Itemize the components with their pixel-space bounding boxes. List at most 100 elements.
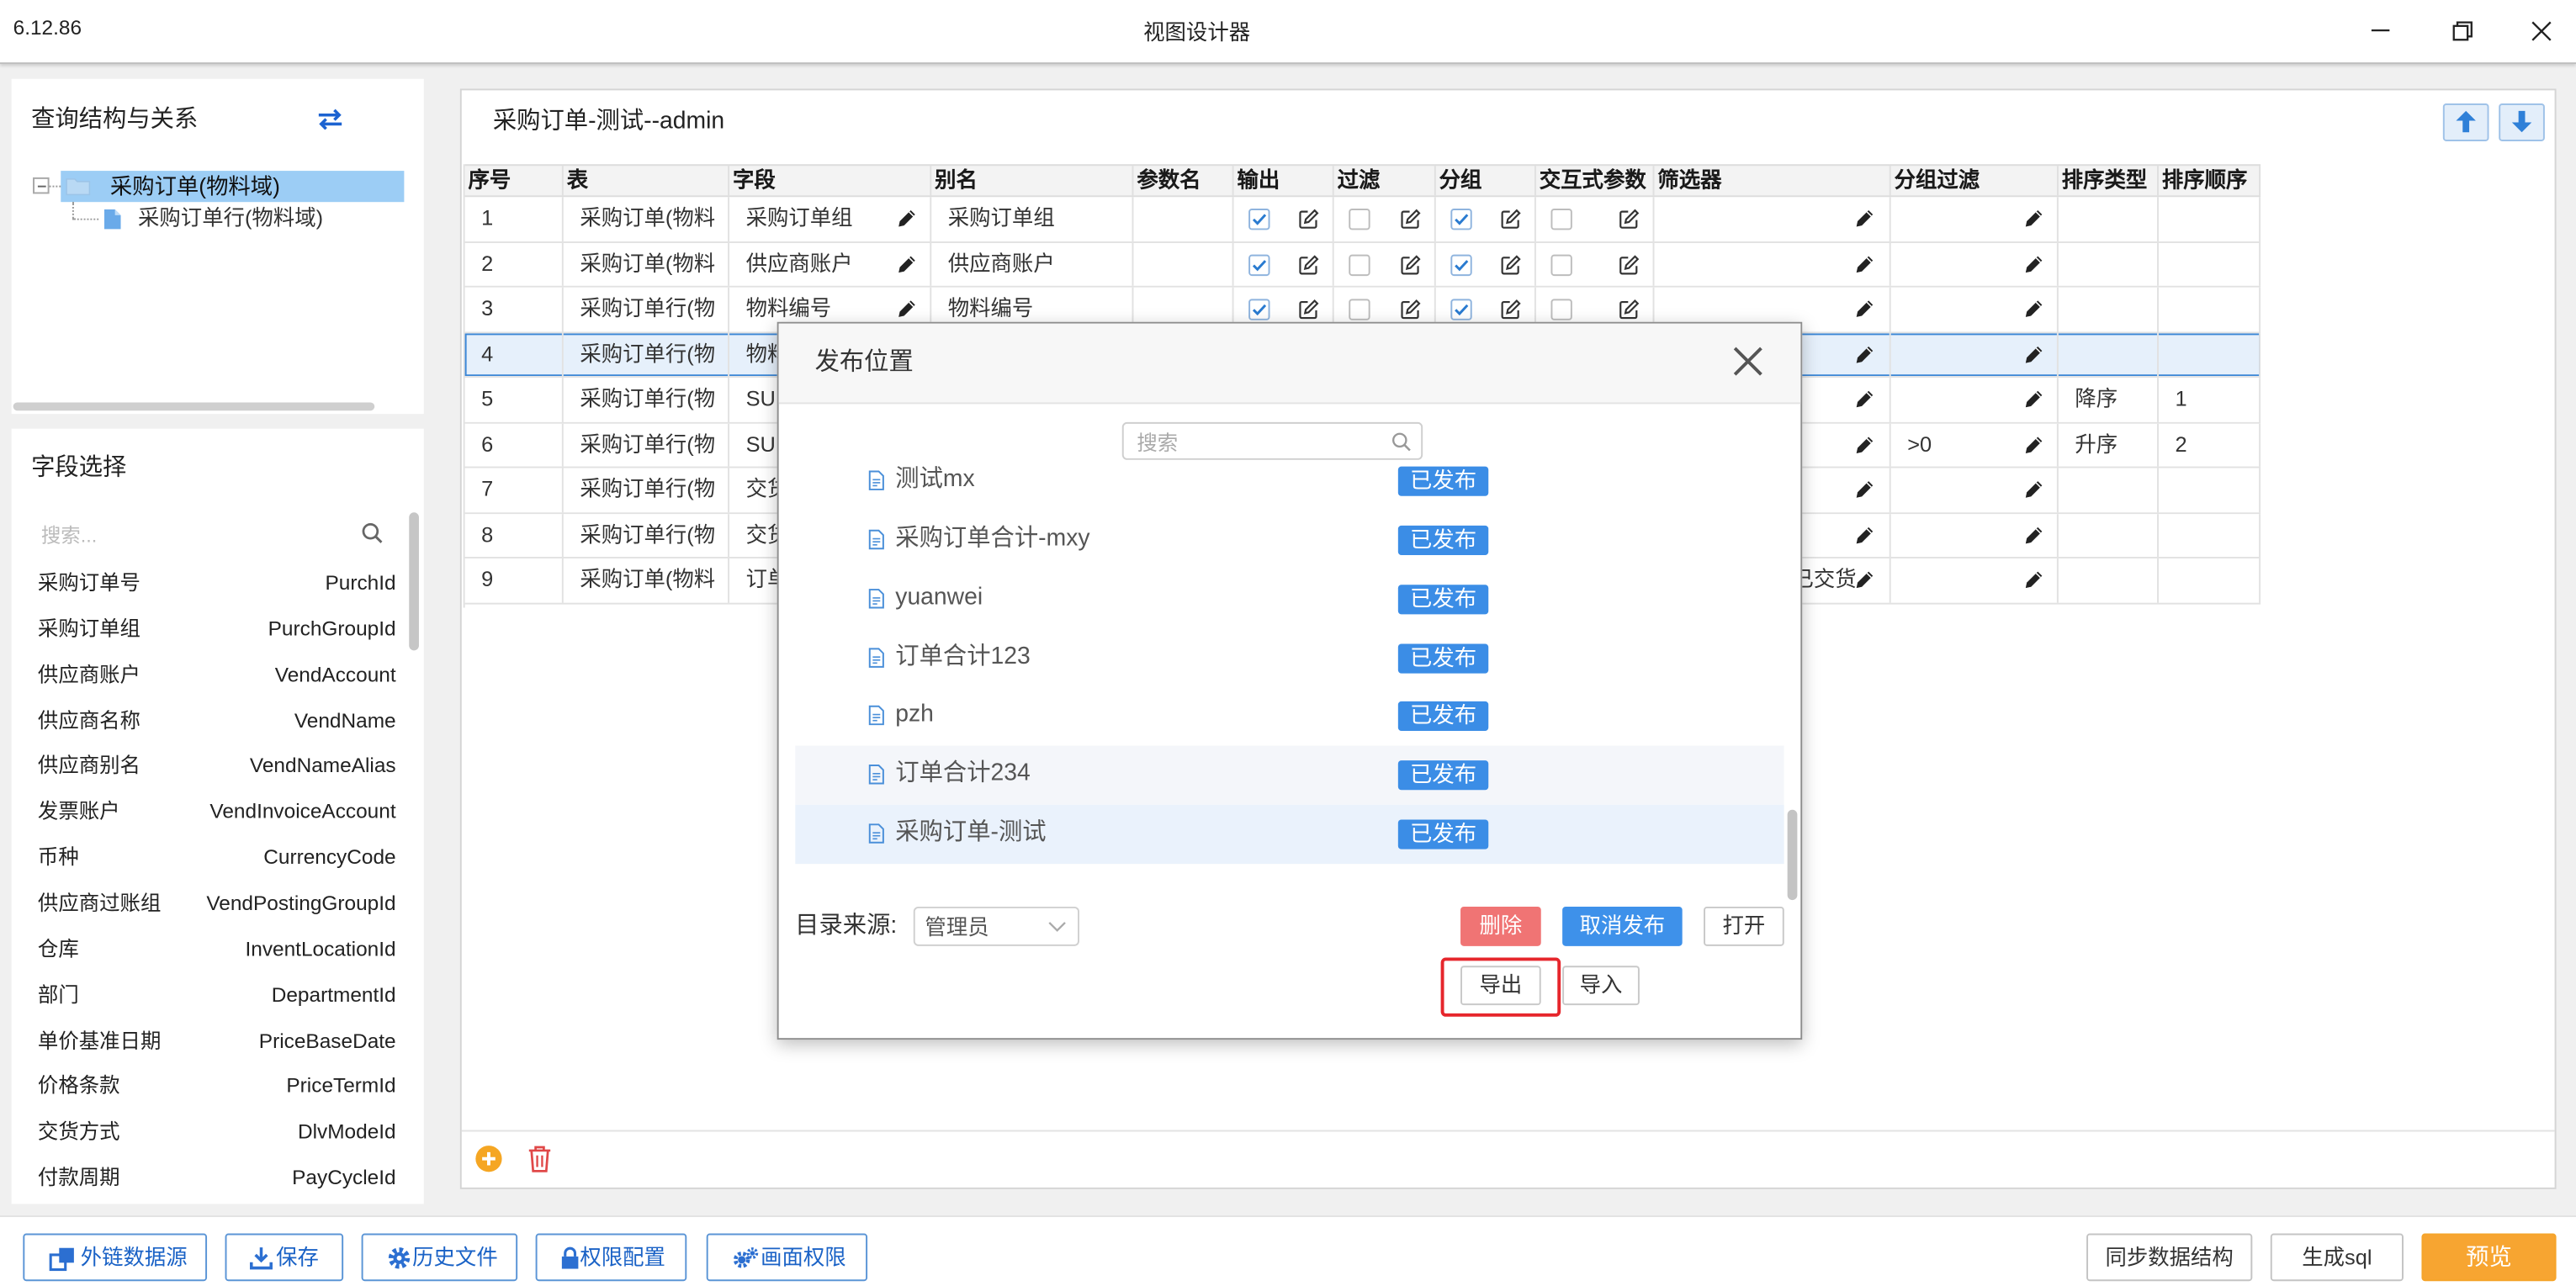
interactive-checkbox[interactable] [1550, 253, 1572, 276]
group-filter-edit-icon[interactable] [2024, 299, 2043, 319]
permissions-button[interactable]: 权限配置 [535, 1233, 687, 1282]
unpublish-button[interactable]: 取消发布 [1562, 906, 1683, 946]
tree-node-purchase-order[interactable]: 采购订单(物料域) [110, 172, 280, 202]
group-filter-edit-icon[interactable] [2024, 209, 2043, 228]
field-edit-icon[interactable] [897, 209, 916, 228]
group-filter-edit-icon[interactable] [2024, 435, 2043, 454]
group-checkbox[interactable] [1450, 253, 1472, 276]
group-filter-edit-icon[interactable] [2024, 571, 2043, 590]
open-button[interactable]: 打开 [1704, 906, 1784, 946]
close-window-button[interactable] [2512, 0, 2571, 62]
column-header[interactable]: 分组 [1436, 166, 1536, 196]
vertical-scrollbar[interactable] [409, 512, 419, 651]
group-edit-icon[interactable] [1500, 299, 1521, 320]
minimize-button[interactable] [2351, 0, 2409, 62]
publish-item[interactable]: 订单合计234 已发布 [795, 746, 1784, 806]
field-list-item[interactable]: 供应商账户 VendAccount [38, 658, 396, 691]
column-header[interactable]: 别名 [931, 166, 1134, 196]
field-list-item[interactable]: 币种 CurrencyCode [38, 841, 396, 874]
field-list-item[interactable]: 供应商过账组 VendPostingGroupId [38, 886, 396, 919]
table-row[interactable]: 2 采购订单(物料 供应商账户 供应商账户 [464, 242, 2261, 288]
interactive-checkbox[interactable] [1550, 209, 1572, 230]
filter-edit-icon[interactable] [1400, 209, 1421, 230]
group-checkbox[interactable] [1450, 299, 1472, 321]
move-up-button[interactable] [2442, 103, 2489, 141]
add-row-button[interactable] [474, 1145, 502, 1172]
filter-edit-icon[interactable] [1855, 526, 1874, 545]
column-header[interactable]: 输出 [1234, 166, 1334, 196]
field-list-item[interactable]: 付款周期 PayCycleId [38, 1162, 396, 1194]
output-edit-icon[interactable] [1298, 254, 1319, 275]
field-list-item[interactable]: 供应商别名 VendNameAlias [38, 749, 396, 782]
tree-node-purchase-order-line[interactable]: 采购订单行(物料域) [138, 204, 323, 233]
table-row[interactable]: 1 采购订单(物料 采购订单组 采购订单组 [464, 197, 2261, 243]
group-filter-edit-icon[interactable] [2024, 480, 2043, 500]
restore-button[interactable] [2433, 0, 2492, 62]
import-button[interactable]: 导入 [1562, 966, 1640, 1006]
field-search-input[interactable] [37, 519, 357, 553]
field-list-item[interactable]: 仓库 InventLocationId [38, 933, 396, 966]
field-edit-icon[interactable] [897, 254, 916, 273]
delete-button[interactable]: 删除 [1460, 906, 1541, 946]
filter-checkbox[interactable] [1349, 299, 1370, 321]
interactive-edit-icon[interactable] [1619, 299, 1640, 320]
filter-checkbox[interactable] [1349, 253, 1370, 276]
move-down-button[interactable] [2499, 103, 2545, 141]
field-list-item[interactable]: 采购订单组 PurchGroupId [38, 612, 396, 645]
external-source-button[interactable]: 外链数据源 [23, 1233, 208, 1282]
interactive-edit-icon[interactable] [1619, 254, 1640, 275]
horizontal-scrollbar[interactable] [13, 402, 375, 411]
column-header[interactable]: 排序顺序 [2159, 166, 2261, 196]
output-edit-icon[interactable] [1298, 209, 1319, 230]
dialog-close-button[interactable] [1731, 345, 1764, 378]
filter-edit-icon[interactable] [1855, 299, 1874, 319]
column-header[interactable]: 表 [564, 166, 730, 196]
filter-edit-icon[interactable] [1400, 299, 1421, 320]
publish-item[interactable]: 采购订单合计-mxy 已发布 [795, 511, 1784, 569]
sync-structure-button[interactable]: 同步数据结构 [2086, 1233, 2253, 1282]
publish-item[interactable]: 测试mx 已发布 [795, 465, 1784, 511]
column-header[interactable]: 字段 [729, 166, 932, 196]
filter-checkbox[interactable] [1349, 209, 1370, 230]
dialog-search-input[interactable] [1133, 426, 1387, 458]
generate-sql-button[interactable]: 生成sql [2270, 1233, 2404, 1282]
column-header[interactable]: 筛选器 [1654, 166, 1891, 196]
field-list-item[interactable]: 部门 DepartmentId [38, 978, 396, 1011]
group-checkbox[interactable] [1450, 209, 1472, 230]
collapse-toggle[interactable] [33, 177, 50, 194]
field-list-item[interactable]: 发票账户 VendInvoiceAccount [38, 796, 396, 828]
field-list-item[interactable]: 交货方式 DlvModeId [38, 1115, 396, 1148]
filter-edit-icon[interactable] [1855, 435, 1874, 454]
filter-edit-icon[interactable] [1855, 344, 1874, 363]
interactive-checkbox[interactable] [1550, 299, 1572, 321]
history-button[interactable]: 历史文件 [361, 1233, 518, 1282]
column-header[interactable]: 分组过滤 [1891, 166, 2059, 196]
preview-button[interactable]: 预览 [2421, 1233, 2557, 1282]
search-icon[interactable] [362, 522, 383, 543]
publish-item[interactable]: 订单合计123 已发布 [795, 628, 1784, 687]
delete-row-button[interactable] [527, 1145, 552, 1172]
publish-item[interactable]: 采购订单-测试 已发布 [795, 805, 1784, 865]
column-header[interactable]: 交互式参数 [1536, 166, 1655, 196]
group-filter-edit-icon[interactable] [2024, 254, 2043, 273]
screen-permissions-button[interactable]: 画面权限 [706, 1233, 868, 1282]
output-checkbox[interactable] [1248, 253, 1270, 276]
field-edit-icon[interactable] [897, 299, 916, 319]
output-checkbox[interactable] [1248, 299, 1270, 321]
column-header[interactable]: 参数名 [1133, 166, 1234, 196]
filter-edit-icon[interactable] [1855, 480, 1874, 500]
swap-button[interactable] [317, 108, 347, 130]
group-filter-edit-icon[interactable] [2024, 526, 2043, 545]
field-list-item[interactable]: 供应商名称 VendName [38, 704, 396, 737]
group-edit-icon[interactable] [1500, 254, 1521, 275]
publish-item[interactable]: pzh 已发布 [795, 687, 1784, 746]
group-edit-icon[interactable] [1500, 209, 1521, 230]
column-header[interactable]: 过滤 [1334, 166, 1436, 196]
output-edit-icon[interactable] [1298, 299, 1319, 320]
source-select[interactable]: 管理员 [913, 906, 1079, 946]
group-filter-edit-icon[interactable] [2024, 389, 2043, 409]
filter-edit-icon[interactable] [1855, 389, 1874, 409]
field-list-item[interactable]: 采购订单号 PurchId [38, 567, 396, 600]
group-filter-edit-icon[interactable] [2024, 344, 2043, 363]
filter-edit-icon[interactable] [1855, 571, 1874, 590]
